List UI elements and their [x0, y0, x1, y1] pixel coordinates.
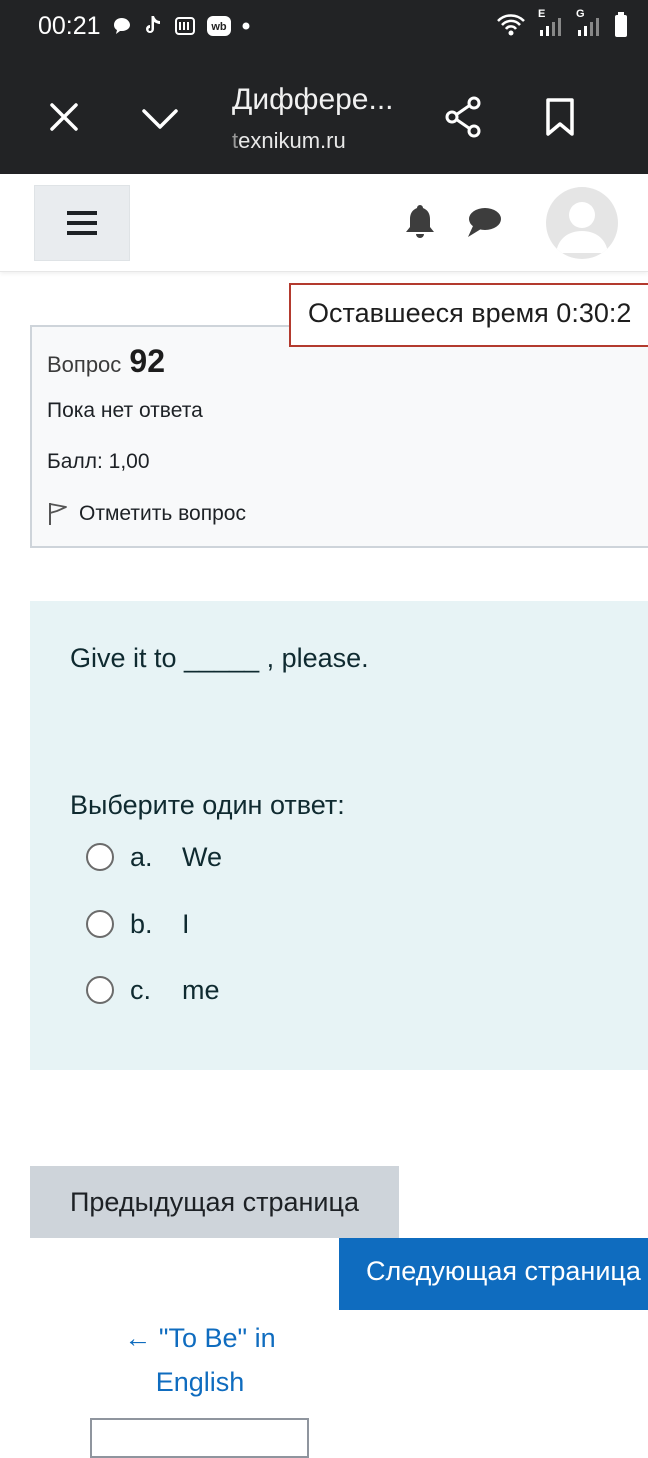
- answer-option-b[interactable]: b. I: [86, 904, 190, 944]
- status-bar: 00:21 wb E G: [0, 0, 648, 55]
- signal-bars-icon: [578, 18, 599, 36]
- question-state: Пока нет ответа: [47, 399, 203, 422]
- bell-icon[interactable]: [402, 202, 438, 240]
- notification-icons: wb: [112, 14, 250, 38]
- answer-letter: c.: [130, 974, 152, 1005]
- answer-option-c[interactable]: c. me: [86, 970, 220, 1010]
- share-icon[interactable]: [444, 95, 484, 139]
- radio-button[interactable]: [86, 976, 114, 1004]
- answer-letter: b.: [130, 908, 153, 939]
- question-number-value: 92: [129, 343, 166, 379]
- previous-page-button[interactable]: Предыдущая страница: [30, 1166, 399, 1238]
- answer-option-a[interactable]: a. We: [86, 837, 222, 877]
- radio-button[interactable]: [86, 910, 114, 938]
- domain-rest: exnikum.ru: [238, 128, 346, 153]
- menu-button[interactable]: [34, 185, 130, 261]
- flag-question-link[interactable]: Отметить вопрос: [47, 501, 246, 527]
- svg-text:wb: wb: [210, 21, 227, 33]
- question-number: Вопрос 92: [47, 343, 165, 380]
- radio-button[interactable]: [86, 843, 114, 871]
- answer-text: We: [182, 841, 223, 872]
- site-navbar: [0, 174, 648, 272]
- app-icon: [175, 17, 195, 35]
- page-domain: texnikum.ru: [232, 128, 346, 154]
- answer-text: me: [182, 974, 220, 1005]
- dot-icon: [242, 22, 250, 30]
- tiktok-icon: [146, 16, 160, 33]
- jump-to-select[interactable]: [90, 1418, 309, 1458]
- close-icon[interactable]: [44, 97, 84, 137]
- chevron-down-icon[interactable]: [140, 99, 180, 139]
- answer-prompt: Выберите один ответ:: [70, 790, 345, 820]
- flag-label: Отметить вопрос: [79, 502, 246, 525]
- system-icons: E G: [496, 8, 628, 38]
- page-title: Диффере...: [232, 83, 394, 116]
- previous-activity-link[interactable]: ← "To Be" in English: [90, 1316, 310, 1404]
- answer-letter: a.: [130, 841, 153, 872]
- browser-toolbar: Диффере... texnikum.ru: [0, 55, 648, 174]
- wifi-icon: [497, 14, 525, 36]
- hamburger-icon: [67, 211, 97, 235]
- signal-bars-icon: [540, 18, 561, 36]
- avatar[interactable]: [546, 187, 618, 259]
- battery-icon: [615, 12, 627, 37]
- question-info: Вопрос 92 Пока нет ответа Балл: 1,00 Отм…: [30, 325, 648, 548]
- answer-text: I: [182, 908, 190, 939]
- question-label: Вопрос: [47, 352, 122, 377]
- question-grade: Балл: 1,00: [47, 450, 150, 473]
- user-avatar-icon: [556, 202, 608, 253]
- signal-2: G: [576, 8, 602, 38]
- next-page-button[interactable]: Следующая страница: [339, 1238, 648, 1310]
- question-text: Give it to _____ , please.: [70, 643, 369, 673]
- flag-icon: [49, 503, 67, 525]
- quiz-timer: Оставшееся время 0:30:2: [289, 283, 648, 347]
- bookmark-icon[interactable]: [542, 97, 578, 137]
- question-content: Give it to _____ , please. Выберите один…: [30, 601, 648, 1070]
- messages-icon[interactable]: [464, 204, 504, 240]
- signal-1: E: [538, 8, 564, 38]
- chat-notification-icon: [114, 18, 130, 34]
- status-time: 00:21: [38, 12, 101, 40]
- wb-icon: wb: [207, 16, 231, 36]
